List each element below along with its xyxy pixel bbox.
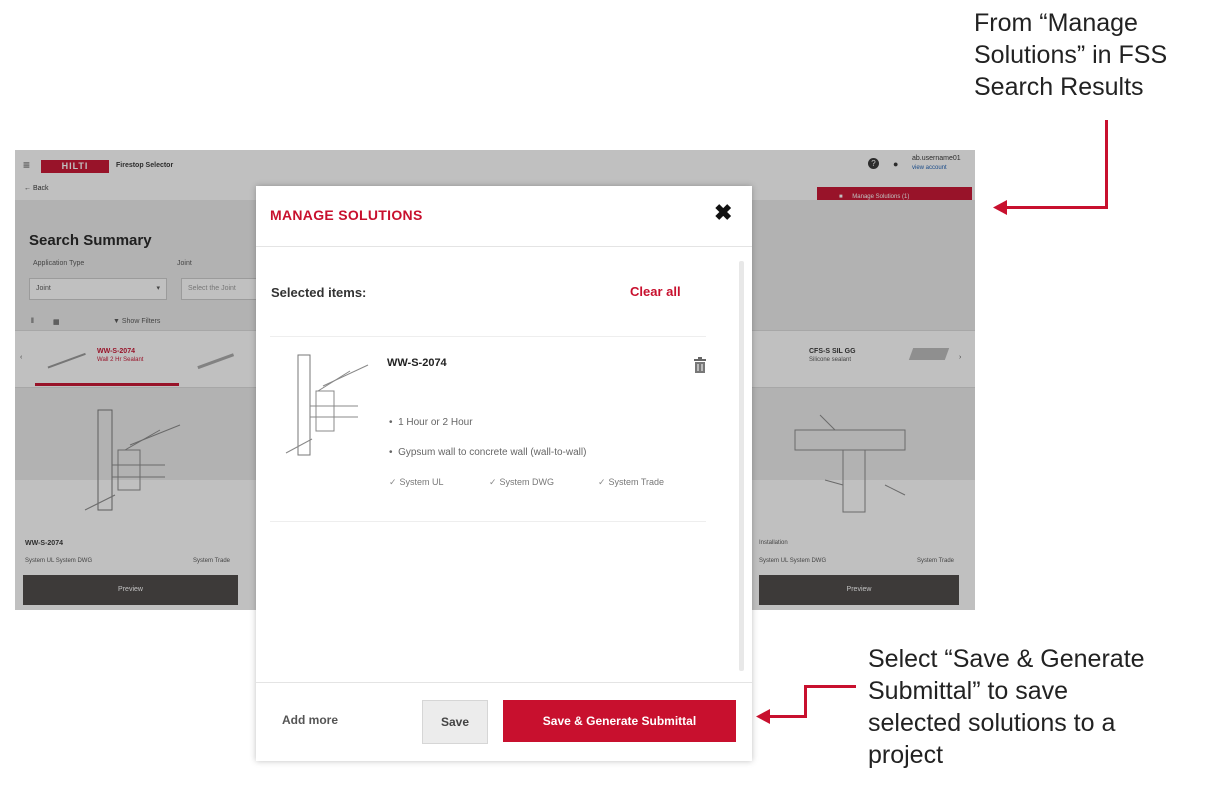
top-arrow-head [993,200,1007,215]
check-icon: ✓ [389,477,397,487]
clear-all-button[interactable]: Clear all [630,284,681,299]
modal-scrollbar[interactable] [739,261,744,671]
top-arrow-vertical [1105,120,1108,209]
bottom-annotation: Select “Save & Generate Submittal” to sa… [868,645,1145,769]
check-system-trade: ✓ System Trade [598,477,665,487]
check-icon: ✓ [489,477,497,487]
selected-item: ​ WW-S-2074 • 1 Hour or 2 Hour • Gypsum … [270,336,706,522]
modal-header-divider [256,246,752,247]
item-drawing: ​ [285,354,369,456]
save-button[interactable]: Save [422,700,488,744]
top-arrow-horizontal [1005,206,1108,209]
item-bullet-1: • 1 Hour or 2 Hour [389,417,473,428]
trash-icon[interactable] [694,357,706,373]
modal-title: MANAGE SOLUTIONS [270,207,423,223]
check-system-ul: ✓ System UL [389,477,444,487]
manage-solutions-modal: MANAGE SOLUTIONS ✖ Selected items: Clear… [256,186,752,761]
bottom-arrow-head [756,709,770,724]
bottom-arrow-horizontal-top [804,685,856,688]
bottom-arrow-vertical [804,685,807,718]
item-name: WW-S-2074 [387,357,447,369]
check-system-dwg: ✓ System DWG [489,477,555,487]
bottom-arrow-horizontal [768,715,807,718]
top-annotation: From “Manage Solutions” in FSS Search Re… [974,9,1168,101]
add-more-link[interactable]: Add more [282,713,338,727]
selected-items-label: Selected items: [271,285,367,300]
item-bullet-2: • Gypsum wall to concrete wall (wall-to-… [389,447,587,458]
close-icon[interactable]: ✖ [714,200,732,226]
check-icon: ✓ [598,477,606,487]
save-generate-submittal-button[interactable]: Save & Generate Submittal [503,700,736,742]
